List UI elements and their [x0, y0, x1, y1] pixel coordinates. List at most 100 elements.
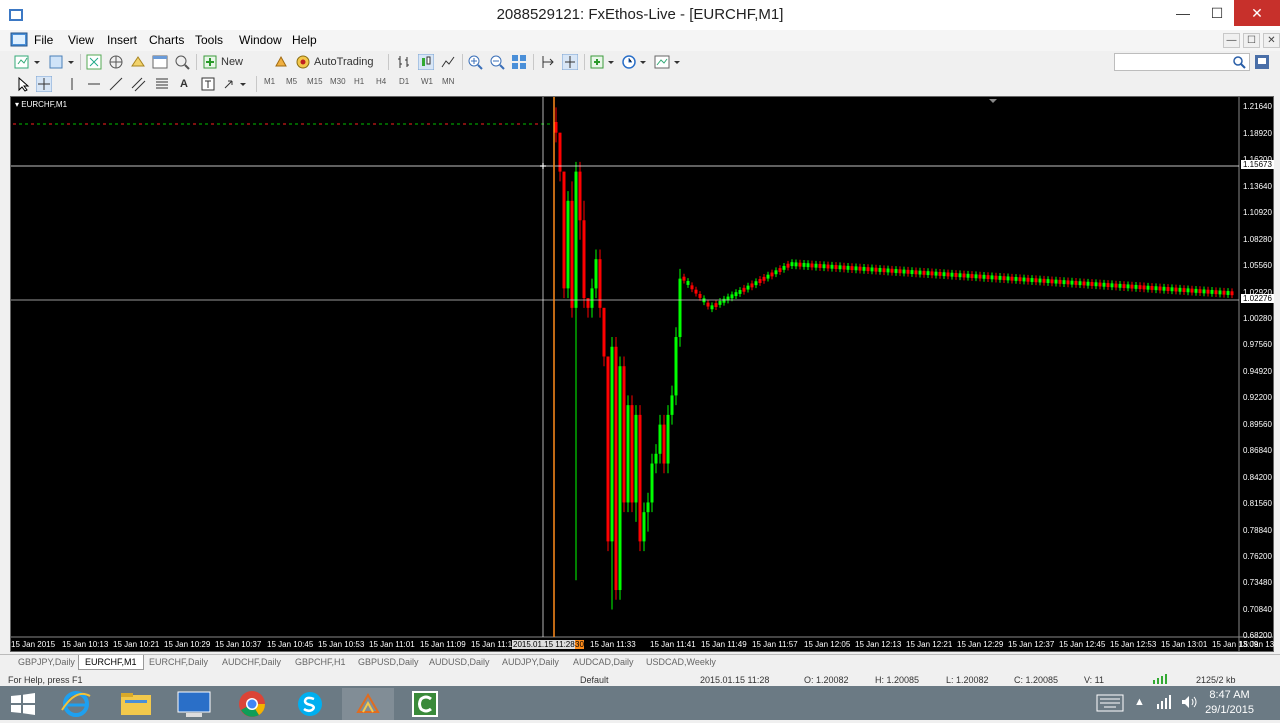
tab-audcad-daily[interactable]: AUDCAD,Daily: [573, 657, 634, 667]
profiles-icon[interactable]: [48, 54, 76, 70]
timeframe-m1[interactable]: M1: [264, 77, 275, 86]
candle-bear: [906, 269, 910, 274]
timeframe-m5[interactable]: M5: [286, 77, 297, 86]
crosshair-tool-icon[interactable]: [36, 76, 52, 92]
chart-shift-icon[interactable]: [540, 54, 556, 70]
cursor-icon[interactable]: [16, 76, 30, 92]
trendline-icon[interactable]: [108, 76, 124, 92]
timeframe-h4[interactable]: H4: [376, 77, 386, 86]
expert-advisor-icon[interactable]: [274, 54, 288, 70]
taskbar-chrome[interactable]: [226, 688, 278, 720]
status-profile[interactable]: Default: [580, 675, 609, 685]
close-button[interactable]: ✕: [1234, 0, 1280, 26]
chart-window[interactable]: ▾ EURCHF,M1 1.216401.189201.162001.13640…: [10, 96, 1274, 652]
candle-bear: [690, 285, 694, 290]
terminal-window-icon[interactable]: [152, 54, 168, 70]
taskbar-clock[interactable]: 8:47 AM 29/1/2015: [1205, 688, 1254, 718]
new-order-button[interactable]: New Order: [203, 54, 269, 84]
candle-bull: [626, 405, 630, 503]
price-label: 0.89560: [1243, 420, 1272, 429]
mdi-minimize-button[interactable]: —: [1223, 33, 1240, 48]
menu-charts[interactable]: Charts: [149, 33, 184, 47]
vertical-line-icon[interactable]: [64, 76, 80, 92]
tray-overflow-icon[interactable]: ▲: [1134, 696, 1145, 708]
volume-icon[interactable]: [1180, 694, 1198, 710]
candle-bear: [798, 262, 802, 267]
timeframe-mn[interactable]: MN: [442, 77, 454, 86]
taskbar-explorer[interactable]: [110, 688, 162, 720]
keyboard-icon[interactable]: [1096, 694, 1124, 712]
menu-view[interactable]: View: [68, 33, 94, 47]
windows-start-icon[interactable]: [10, 693, 36, 715]
timeframe-m30[interactable]: M30: [330, 77, 346, 86]
menu-help[interactable]: Help: [292, 33, 317, 47]
bar-chart-icon[interactable]: [396, 54, 412, 70]
tab-eurchf-m1[interactable]: EURCHF,M1: [78, 655, 144, 670]
taskbar-metatrader[interactable]: [342, 688, 394, 720]
terminal-icon[interactable]: [10, 32, 28, 49]
timeframe-w1[interactable]: W1: [421, 77, 433, 86]
new-chart-icon[interactable]: [14, 54, 42, 70]
time-label: 15 Jan 12:53: [1110, 640, 1157, 649]
periodicity-icon[interactable]: [622, 54, 648, 70]
line-chart-icon[interactable]: [440, 54, 456, 70]
menu-tools[interactable]: Tools: [195, 33, 223, 47]
tab-gbpusd-daily[interactable]: GBPUSD,Daily: [358, 657, 419, 667]
candle-bull: [862, 266, 866, 271]
status-help: For Help, press F1: [8, 675, 83, 685]
taskbar-remote[interactable]: [168, 688, 220, 720]
timeframe-h1[interactable]: H1: [354, 77, 364, 86]
search-icon[interactable]: [1232, 55, 1246, 69]
autotrading-button[interactable]: AutoTrading: [296, 54, 374, 70]
tab-audusd-daily[interactable]: AUDUSD,Daily: [429, 657, 490, 667]
mdi-close-button[interactable]: ✕: [1263, 33, 1280, 48]
timeframe-d1[interactable]: D1: [399, 77, 409, 86]
menu-file[interactable]: File: [34, 33, 53, 47]
price-chart[interactable]: [11, 97, 1273, 651]
taskbar-ie[interactable]: [50, 688, 102, 720]
tile-windows-icon[interactable]: [511, 54, 527, 70]
menu-window[interactable]: Window: [239, 33, 282, 47]
horizontal-line-icon[interactable]: [86, 76, 102, 92]
navigator-icon[interactable]: [130, 54, 146, 70]
price-label: 0.97560: [1243, 340, 1272, 349]
text-tool-button[interactable]: A: [180, 76, 192, 92]
mdi-restore-button[interactable]: ☐: [1243, 33, 1260, 48]
time-label: 15 Jan 12:05: [804, 640, 851, 649]
network-icon[interactable]: [1156, 694, 1172, 710]
arrows-icon[interactable]: [222, 76, 250, 92]
equidistant-channel-icon[interactable]: [130, 76, 146, 92]
candle-bull: [790, 262, 794, 267]
fibonacci-icon[interactable]: [154, 76, 170, 92]
tab-gbpjpy-daily[interactable]: GBPJPY,Daily: [18, 657, 75, 667]
tab-gbpchf-h1[interactable]: GBPCHF,H1: [295, 657, 346, 667]
candle-bear: [1206, 289, 1210, 294]
text-label-icon[interactable]: [200, 76, 216, 92]
tab-usdcad-weekly[interactable]: USDCAD,Weekly: [646, 657, 716, 667]
zoom-out-icon[interactable]: [489, 54, 505, 70]
data-window-icon[interactable]: [108, 54, 124, 70]
minimize-button[interactable]: —: [1166, 0, 1200, 26]
timeframe-m15[interactable]: M15: [307, 77, 323, 86]
tab-eurchf-daily[interactable]: EURCHF,Daily: [149, 657, 208, 667]
menu-insert[interactable]: Insert: [107, 33, 137, 47]
search-input[interactable]: [1114, 53, 1250, 71]
tab-audchf-daily[interactable]: AUDCHF,Daily: [222, 657, 281, 667]
candle-bear: [1158, 286, 1162, 291]
taskbar-camtasia[interactable]: [400, 688, 452, 720]
templates-icon[interactable]: [654, 54, 682, 70]
market-watch-icon[interactable]: [86, 54, 102, 70]
taskbar-skype[interactable]: [284, 688, 336, 720]
candle-bear: [1130, 284, 1134, 289]
separator-time-label: 30: [575, 640, 584, 649]
maximize-button[interactable]: ☐: [1200, 0, 1234, 26]
zoom-in-icon[interactable]: [467, 54, 483, 70]
community-icon[interactable]: [1254, 54, 1270, 70]
auto-scroll-icon[interactable]: [562, 54, 578, 70]
candle-bull: [650, 463, 654, 503]
candle-bull: [1118, 283, 1122, 288]
tab-audjpy-daily[interactable]: AUDJPY,Daily: [502, 657, 559, 667]
strategy-tester-icon[interactable]: [174, 54, 190, 70]
candlestick-icon[interactable]: [418, 54, 434, 70]
indicators-icon[interactable]: [590, 54, 616, 70]
